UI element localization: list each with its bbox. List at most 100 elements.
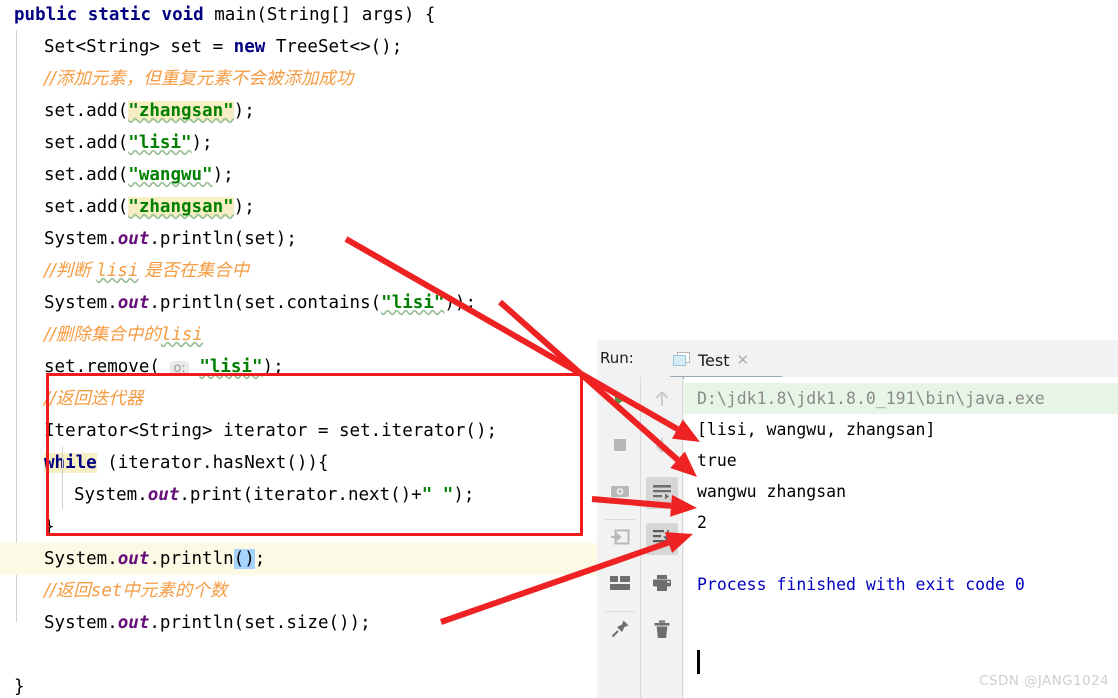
console-line: wangwu zhangsan bbox=[697, 482, 847, 501]
code-token: out bbox=[117, 229, 150, 249]
console-line: D:\jdk1.8\jdk1.8.0_191\bin\java.exe bbox=[684, 383, 1118, 414]
code-line-text: System.out.print(iterator.next()+" "); bbox=[0, 485, 474, 505]
code-token: out bbox=[117, 293, 150, 313]
thread-dump-icon bbox=[610, 528, 630, 550]
code-line[interactable]: set.add("wangwu"); bbox=[0, 159, 597, 191]
code-line[interactable]: System.out.println(set); bbox=[0, 223, 597, 255]
pin-icon bbox=[610, 619, 630, 643]
code-token: } bbox=[14, 677, 25, 697]
code-line[interactable]: set.add("zhangsan"); bbox=[0, 95, 597, 127]
code-line[interactable]: //添加元素，但重复元素不会被添加成功 bbox=[0, 63, 597, 95]
code-token: ); bbox=[233, 101, 255, 121]
code-line[interactable]: set.add("lisi"); bbox=[0, 127, 597, 159]
clear-all-button[interactable] bbox=[646, 615, 678, 647]
code-line-text: } bbox=[0, 517, 55, 537]
code-token: out bbox=[147, 485, 180, 505]
code-line[interactable]: set.add("zhangsan"); bbox=[0, 191, 597, 223]
code-line[interactable]: System.out.println(set.size()); bbox=[0, 607, 597, 639]
code-line[interactable]: //返回set中元素的个数 bbox=[0, 575, 597, 607]
code-line-text: public static void main(String[] args) { bbox=[0, 5, 435, 25]
code-line[interactable]: System.out.println(set.contains("lisi"))… bbox=[0, 287, 597, 319]
console-line: true bbox=[697, 451, 737, 470]
tab-test[interactable]: Test ✕ bbox=[673, 345, 749, 375]
code-line[interactable]: set.remove( o: "lisi"); bbox=[0, 351, 597, 383]
code-token: .println(set.contains( bbox=[149, 293, 382, 313]
code-token: while bbox=[44, 453, 97, 473]
code-line-text: set.add("zhangsan"); bbox=[0, 197, 255, 217]
run-tool-window[interactable]: Run: Test ✕ D:\jdk1.8\jdk1.8.0_191\bin\j… bbox=[597, 340, 1118, 698]
code-token: main(String[] args) { bbox=[214, 5, 436, 25]
code-line[interactable]: public static void main(String[] args) { bbox=[0, 0, 597, 31]
code-token: "lisi" bbox=[381, 293, 445, 313]
code-line[interactable]: System.out.println(); bbox=[0, 543, 597, 575]
code-token: lisi bbox=[96, 261, 139, 281]
up-the-stack-trace-button[interactable] bbox=[646, 385, 678, 417]
code-line-text: Iterator<String> iterator = set.iterator… bbox=[0, 421, 497, 441]
code-token: .println bbox=[149, 549, 234, 569]
code-line-text: System.out.println(); bbox=[0, 549, 265, 569]
camera-button[interactable] bbox=[604, 477, 636, 509]
code-line[interactable]: Iterator<String> iterator = set.iterator… bbox=[0, 415, 597, 447]
run-toolbar-primary[interactable] bbox=[599, 377, 641, 698]
run-toolbar-secondary[interactable] bbox=[641, 377, 683, 698]
scroll-to-end-icon bbox=[652, 528, 673, 550]
close-icon[interactable]: ✕ bbox=[737, 351, 750, 369]
code-line-text: Set<String> set = new TreeSet<>(); bbox=[0, 37, 402, 57]
code-line-text: set.add("lisi"); bbox=[0, 133, 213, 153]
code-line-text: System.out.println(set.size()); bbox=[0, 613, 371, 633]
code-token: System. bbox=[44, 613, 118, 633]
code-token: void bbox=[161, 5, 215, 25]
code-line[interactable]: Set<String> set = new TreeSet<>(); bbox=[0, 31, 597, 63]
code-token: static bbox=[87, 5, 162, 25]
arrow-up-icon bbox=[654, 390, 670, 412]
code-token: Set<String> set = bbox=[44, 37, 234, 57]
code-line[interactable] bbox=[0, 639, 597, 671]
code-token: System. bbox=[44, 229, 118, 249]
print-button[interactable] bbox=[646, 569, 678, 601]
code-line-text: set.add("wangwu"); bbox=[0, 165, 234, 185]
code-token: System. bbox=[44, 293, 118, 313]
code-token: 是否在集合中 bbox=[138, 261, 250, 281]
console-line: 2 bbox=[697, 513, 707, 532]
code-token: " " bbox=[421, 485, 454, 505]
layout-button[interactable] bbox=[604, 569, 636, 601]
code-token: () bbox=[233, 549, 255, 569]
code-token: System. bbox=[74, 485, 148, 505]
code-line[interactable]: System.out.print(iterator.next()+" "); bbox=[0, 479, 597, 511]
down-the-stack-trace-button[interactable] bbox=[646, 431, 678, 463]
rerun-button[interactable] bbox=[604, 385, 636, 417]
code-editor[interactable]: public static void main(String[] args) {… bbox=[0, 0, 597, 698]
console-output[interactable]: D:\jdk1.8\jdk1.8.0_191\bin\java.exe [lisi… bbox=[684, 377, 1118, 698]
arrow-down-icon bbox=[654, 436, 670, 458]
trash-icon bbox=[654, 620, 670, 643]
code-token: } bbox=[44, 517, 55, 537]
code-token: ); bbox=[453, 485, 475, 505]
code-line[interactable]: //返回迭代器 bbox=[0, 383, 597, 415]
play-icon bbox=[611, 390, 629, 412]
code-token: ); bbox=[233, 197, 255, 217]
code-token: set.add( bbox=[44, 165, 129, 185]
code-token: ; bbox=[254, 549, 266, 569]
code-line[interactable]: //判断 lisi 是否在集合中 bbox=[0, 255, 597, 287]
code-token: //返回迭代器 bbox=[44, 389, 144, 409]
code-token: o: bbox=[170, 361, 189, 376]
code-line[interactable]: //删除集合中的lisi bbox=[0, 319, 597, 351]
stop-button[interactable] bbox=[604, 431, 636, 463]
code-line-text: set.add("zhangsan"); bbox=[0, 101, 255, 121]
toolbar-separator bbox=[605, 611, 635, 612]
code-line[interactable]: } bbox=[0, 671, 597, 698]
pin-tab-button[interactable] bbox=[604, 615, 636, 647]
dump-threads-button[interactable] bbox=[604, 523, 636, 555]
code-line-text: //删除集合中的lisi bbox=[0, 325, 203, 345]
soft-wrap-button[interactable] bbox=[646, 477, 678, 509]
tab-test-label: Test bbox=[698, 350, 730, 370]
camera-icon bbox=[610, 482, 630, 504]
code-line[interactable]: } bbox=[0, 511, 597, 543]
code-token: out bbox=[117, 549, 150, 569]
code-token: "zhangsan" bbox=[128, 101, 234, 121]
scroll-to-end-button[interactable] bbox=[646, 523, 678, 555]
code-line[interactable]: while (iterator.hasNext()){ bbox=[0, 447, 597, 479]
watermark: CSDN @JANG1024 bbox=[979, 673, 1109, 689]
console-line: Process finished with exit code 0 bbox=[697, 575, 1025, 594]
